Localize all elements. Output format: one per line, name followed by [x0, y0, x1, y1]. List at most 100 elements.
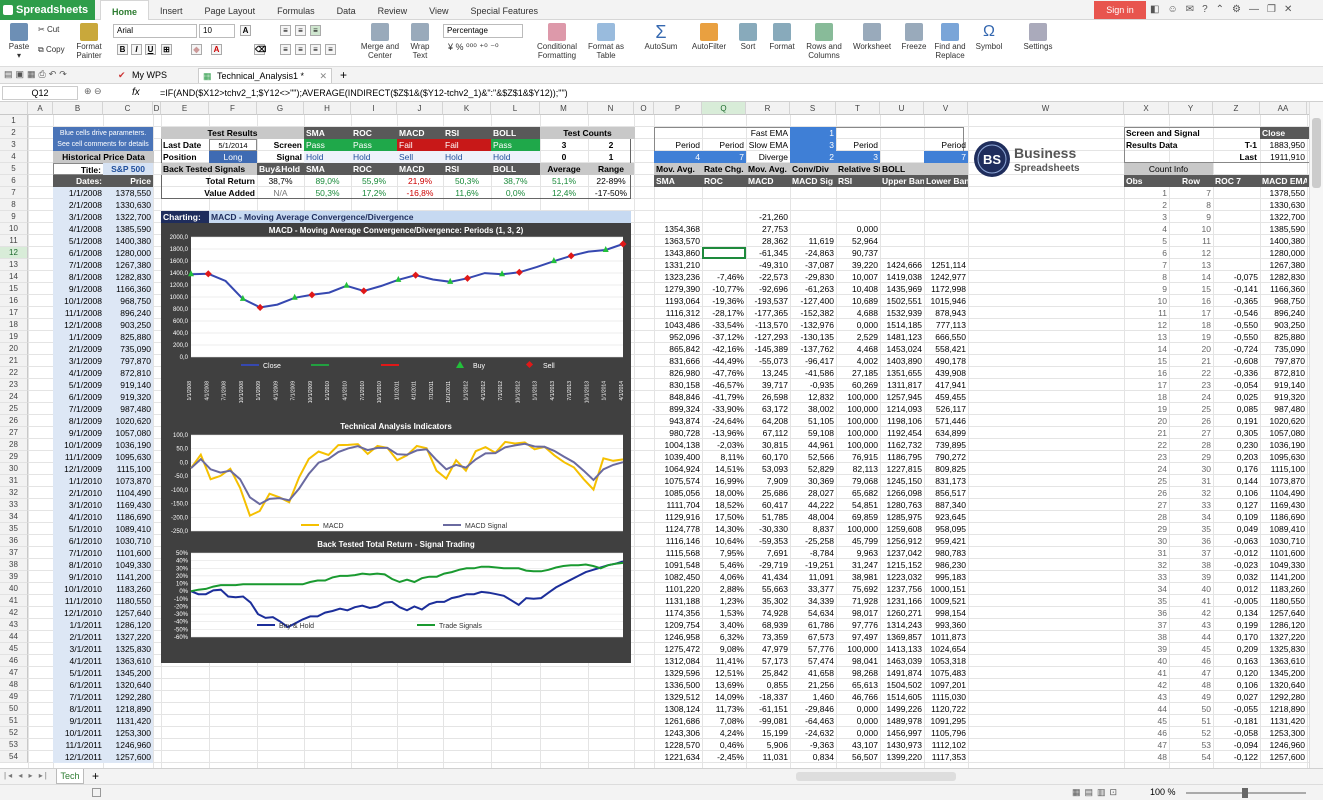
cell[interactable]: 1312,084: [654, 655, 702, 667]
cell[interactable]: 1419,038: [880, 271, 924, 283]
cell[interactable]: 856,517: [924, 487, 968, 499]
cell[interactable]: 1280,000: [103, 247, 153, 259]
column-header[interactable]: G: [257, 102, 304, 115]
cell[interactable]: 1186,795: [880, 451, 924, 463]
align-bottom-icon[interactable]: ≡: [310, 25, 321, 36]
cell[interactable]: 1075,574: [654, 475, 702, 487]
cell[interactable]: [702, 187, 746, 199]
cell[interactable]: -152,382: [790, 307, 836, 319]
cell[interactable]: 831,666: [654, 355, 702, 367]
cell[interactable]: RSI: [443, 163, 491, 175]
cell[interactable]: 97,497: [836, 631, 880, 643]
cell[interactable]: [880, 211, 924, 223]
cell[interactable]: 46: [1124, 727, 1169, 739]
cell[interactable]: 11,41%: [702, 655, 746, 667]
cell[interactable]: 1282,830: [103, 271, 153, 283]
rows-columns-button[interactable]: Rows and Columns: [804, 23, 844, 60]
cell[interactable]: 23: [1169, 379, 1213, 391]
cell[interactable]: 1311,817: [880, 379, 924, 391]
cell[interactable]: 899,324: [654, 403, 702, 415]
row-header[interactable]: 46: [0, 655, 28, 667]
cell[interactable]: 30: [1169, 463, 1213, 475]
cell[interactable]: 24: [1124, 463, 1169, 475]
cell[interactable]: 25,686: [746, 487, 790, 499]
cell[interactable]: 12,832: [790, 391, 836, 403]
cell[interactable]: Results Data: [1124, 139, 1213, 151]
copy-button[interactable]: ⧉ Copy: [38, 45, 65, 54]
cell[interactable]: 1351,655: [880, 367, 924, 379]
cell[interactable]: 50,3%: [443, 175, 491, 187]
cell[interactable]: Relative Str: [836, 163, 880, 175]
cell[interactable]: 5,46%: [702, 559, 746, 571]
align-center-icon[interactable]: ≡: [295, 44, 306, 55]
cell[interactable]: 38,981: [836, 571, 880, 583]
cell[interactable]: 39,220: [836, 259, 880, 271]
cell[interactable]: 41: [1124, 667, 1169, 679]
cell[interactable]: 5: [1124, 235, 1169, 247]
cell[interactable]: Dates:: [53, 175, 104, 187]
cell[interactable]: 11,091: [790, 571, 836, 583]
cell[interactable]: 9/1/2009: [53, 427, 104, 439]
cell[interactable]: 10: [1124, 295, 1169, 307]
cell[interactable]: 16: [1124, 367, 1169, 379]
row-header[interactable]: 16: [0, 295, 28, 307]
cell[interactable]: 22: [1169, 367, 1213, 379]
cell[interactable]: 1325,830: [103, 643, 153, 655]
cell[interactable]: -29,830: [790, 271, 836, 283]
row-header[interactable]: 52: [0, 727, 28, 739]
row-header[interactable]: 27: [0, 427, 28, 439]
cell[interactable]: 20: [1169, 343, 1213, 355]
cell[interactable]: 10/1/2011: [53, 727, 104, 739]
cell[interactable]: 1091,295: [924, 715, 968, 727]
cell[interactable]: 7: [1124, 259, 1169, 271]
cell[interactable]: 7/1/2010: [53, 547, 104, 559]
merge-center-button[interactable]: Merge and Center: [358, 23, 402, 60]
cell[interactable]: Position: [161, 151, 209, 163]
row-header[interactable]: 1: [0, 115, 28, 127]
cell[interactable]: 1183,260: [1260, 583, 1307, 595]
cell[interactable]: 53,093: [746, 463, 790, 475]
cell[interactable]: 5/1/2008: [53, 235, 104, 247]
cell[interactable]: -0,181: [1213, 715, 1260, 727]
increase-font-icon[interactable]: A: [240, 25, 251, 36]
cell[interactable]: 1245,150: [880, 475, 924, 487]
cell[interactable]: 33,377: [790, 583, 836, 595]
cell[interactable]: 1363,610: [1260, 655, 1307, 667]
row-header[interactable]: 23: [0, 379, 28, 391]
cell[interactable]: 1073,870: [1260, 475, 1307, 487]
cell[interactable]: 11,73%: [702, 703, 746, 715]
cell[interactable]: 50: [1169, 703, 1213, 715]
cell[interactable]: 980,728: [654, 427, 702, 439]
cell[interactable]: 1267,380: [103, 259, 153, 271]
cell[interactable]: 4: [1124, 223, 1169, 235]
cell[interactable]: -130,135: [790, 331, 836, 343]
row-header[interactable]: 38: [0, 559, 28, 571]
cell[interactable]: 98,017: [836, 607, 880, 619]
cell[interactable]: 735,090: [1260, 343, 1307, 355]
cell[interactable]: 1/1/2010: [53, 475, 104, 487]
sort-button[interactable]: Sort: [736, 23, 760, 51]
cell[interactable]: 73,359: [746, 631, 790, 643]
cell[interactable]: [746, 187, 790, 199]
cell[interactable]: 1: [1124, 187, 1169, 199]
cell[interactable]: 826,980: [654, 367, 702, 379]
cell[interactable]: 57,474: [790, 655, 836, 667]
cell[interactable]: 47,979: [746, 643, 790, 655]
cell[interactable]: 9/1/2011: [53, 715, 104, 727]
cell[interactable]: Signal: [257, 151, 304, 163]
cell[interactable]: -2,45%: [702, 751, 746, 763]
cell[interactable]: Sell: [397, 151, 443, 163]
cell[interactable]: 51: [1169, 715, 1213, 727]
cell[interactable]: ROC: [351, 127, 397, 139]
cell[interactable]: 10,408: [836, 283, 880, 295]
cell[interactable]: 43,107: [836, 739, 880, 751]
cell[interactable]: 968,750: [103, 295, 153, 307]
cell[interactable]: -127,293: [746, 331, 790, 343]
cell[interactable]: 10,007: [836, 271, 880, 283]
cell[interactable]: -19,251: [790, 559, 836, 571]
cell[interactable]: 3: [790, 139, 836, 151]
cell[interactable]: -33,90%: [702, 403, 746, 415]
cell[interactable]: Long: [209, 151, 257, 163]
cell[interactable]: 76,915: [836, 451, 880, 463]
cell[interactable]: 1231,166: [880, 595, 924, 607]
